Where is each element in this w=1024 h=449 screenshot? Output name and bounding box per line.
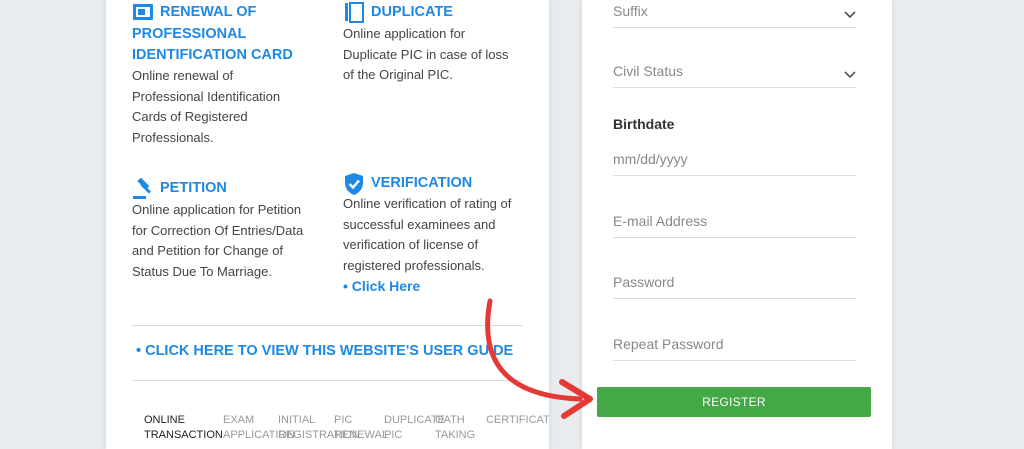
civil-status-select[interactable]: Civil Status [613, 48, 856, 88]
repeat-password-placeholder: Repeat Password [613, 336, 724, 352]
curved-arrow-icon [485, 298, 593, 419]
service-petition: PETITION Online application for Petition… [132, 177, 332, 282]
service-description: for Correction Of Entries/Data [132, 222, 304, 238]
registration-form: Suffix Civil Status Birthdate mm/dd/yyyy… [582, 0, 892, 449]
password-placeholder: Password [613, 274, 675, 290]
gavel-icon [132, 177, 154, 200]
verified-shield-icon [343, 172, 365, 195]
service-description: registered professionals. [343, 257, 485, 273]
service-title[interactable]: VERIFICATION [371, 173, 472, 194]
service-description: of the Original PIC. [343, 67, 453, 83]
register-button[interactable]: REGISTER [597, 387, 871, 417]
service-title[interactable]: DUPLICATE [371, 2, 453, 23]
repeat-password-field[interactable]: Repeat Password [613, 321, 856, 361]
verification-click-here-link[interactable]: • Click Here [343, 276, 420, 296]
suffix-select[interactable]: Suffix [613, 0, 856, 28]
duplicate-icon [343, 2, 365, 24]
divider [132, 380, 523, 381]
birthdate-input[interactable]: mm/dd/yyyy [613, 136, 856, 176]
service-description: Status Due To Marriage. [132, 263, 272, 279]
tab-online-transaction[interactable]: ONLINE TRANSACTION [144, 413, 223, 442]
service-title[interactable]: PETITION [160, 178, 227, 199]
birthdate-placeholder: mm/dd/yyyy [613, 151, 688, 167]
tab-oath-taking[interactable]: OATH TAKING [435, 413, 475, 442]
divider [132, 325, 523, 326]
service-title[interactable]: PROFESSIONAL [132, 24, 322, 45]
service-description: Cards of Registered [132, 109, 248, 125]
service-description: successful examinees and [343, 216, 496, 232]
email-placeholder: E-mail Address [613, 213, 708, 229]
civil-status-label: Civil Status [613, 63, 684, 79]
id-card-icon [132, 2, 154, 24]
password-field[interactable]: Password [613, 259, 856, 299]
suffix-label: Suffix [613, 3, 648, 19]
service-description: and Petition for Change of [132, 243, 284, 259]
service-description: Duplicate PIC in case of loss [343, 46, 509, 62]
service-renewal: RENEWAL OF PROFESSIONAL IDENTIFICATION C… [132, 2, 322, 148]
service-title[interactable]: RENEWAL OF [160, 2, 256, 23]
service-description: Professional Identification [132, 88, 281, 104]
birthdate-label: Birthdate [613, 116, 675, 132]
service-description: Professionals. [132, 129, 214, 145]
tab-pic-renewal[interactable]: PIC RENEWAL [334, 413, 388, 442]
service-description: Online application for Petition [132, 202, 302, 217]
chevron-down-icon [844, 71, 856, 79]
service-duplicate: DUPLICATE Online application for Duplica… [343, 2, 543, 86]
email-field[interactable]: E-mail Address [613, 198, 856, 238]
service-description: Online application for [343, 26, 466, 41]
user-guide-link[interactable]: • CLICK HERE TO VIEW THIS WEBSITE'S USER… [136, 343, 513, 359]
service-description: Online verification of rating of [343, 196, 512, 211]
service-verification: VERIFICATION Online verification of rati… [343, 172, 543, 296]
service-title[interactable]: IDENTIFICATION CARD [132, 45, 322, 66]
chevron-down-icon [844, 11, 856, 19]
service-description: verification of license of [343, 237, 479, 253]
service-description: Online renewal of [132, 68, 234, 83]
